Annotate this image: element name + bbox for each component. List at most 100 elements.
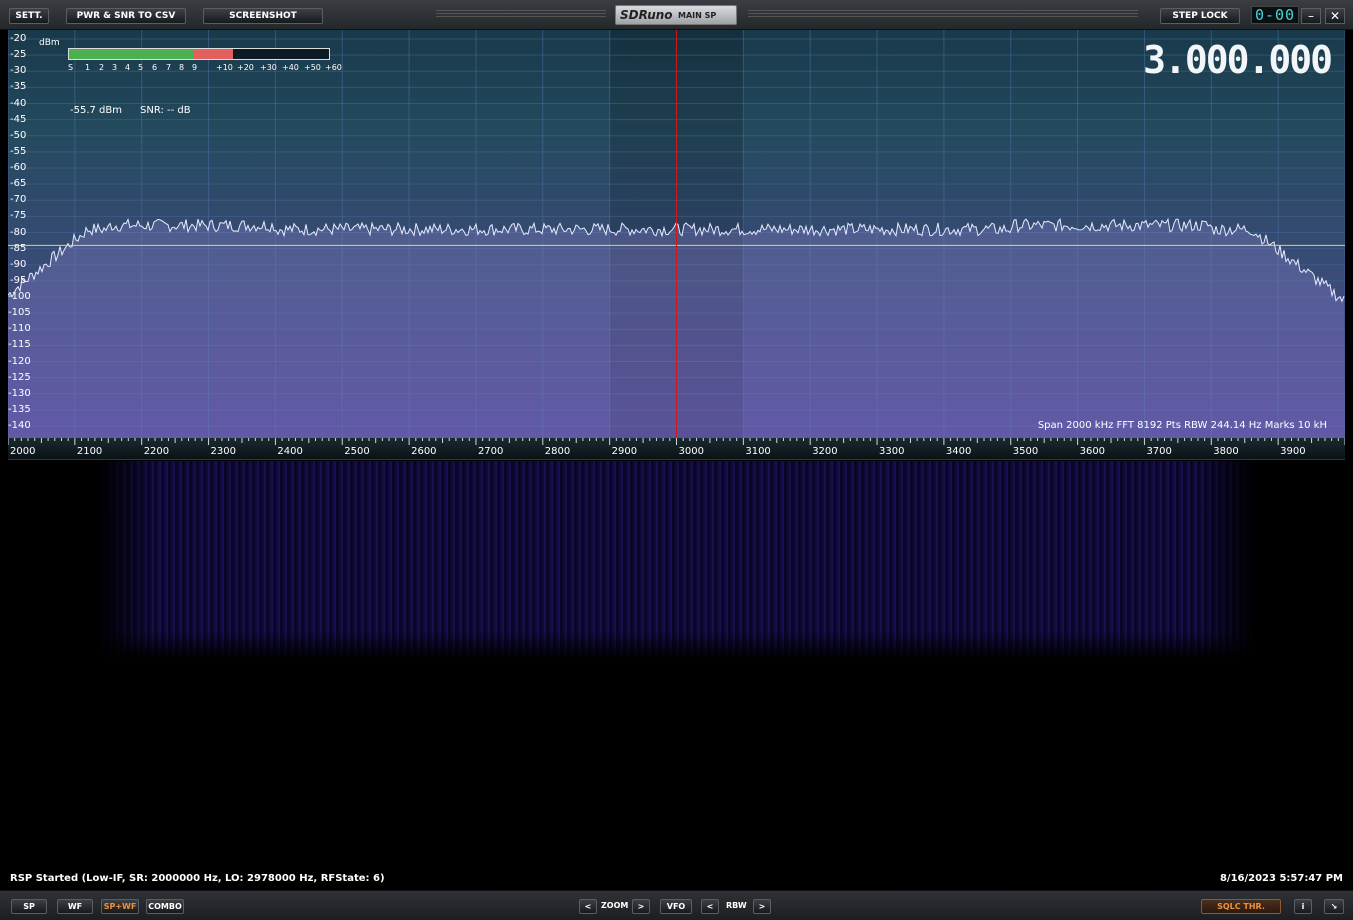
wf-mode-button[interactable]: WF [57,899,93,914]
s-meter-over-level [193,49,233,59]
s-meter-scale-label: 1 [85,63,91,72]
zoom-in-button[interactable]: > [632,899,650,914]
db-axis: -20 -25 -30 -35 -40 -45 -50 -55 -60 -65 -70 -75 -80 -… [0,30,40,438]
waterfall-display[interactable] [8,461,1345,871]
db-axis-label: -60 [10,162,27,173]
frequency-axis-label: 3400 [945,446,972,457]
frequency-axis-label: 3900 [1280,446,1306,457]
title-bar: SETT. PWR & SNR TO CSV SCREENSHOT SDRuno… [0,0,1353,30]
frequency-display[interactable]: 3.000.000 [1143,38,1333,82]
frequency-axis-label: 2100 [76,446,103,457]
s-meter-scale-label: 5 [138,63,144,72]
s-meter-scale-label: 7 [166,63,172,72]
spectrum-display[interactable] [8,30,1345,438]
frequency-axis-label: 3600 [1079,446,1106,457]
db-axis-label: -140 [8,420,31,431]
s-meter-scale-label: 8 [179,63,185,72]
db-axis-label: -80 [10,226,27,238]
minimize-icon[interactable]: – [1301,8,1321,24]
resize-icon[interactable]: ↘ [1324,899,1344,914]
rbw-up-button[interactable]: > [753,899,771,914]
waterfall-fade-right [1196,461,1256,659]
frequency-axis-label: 2700 [477,446,504,457]
window-mode-label: MAIN SP [678,11,717,20]
s-meter [68,48,330,60]
db-axis-label: -115 [8,339,31,351]
step-lock-button[interactable]: STEP LOCK [1160,8,1240,24]
s-meter-scale-label: 3 [112,63,118,72]
frequency-axis-label: 2900 [611,446,638,457]
frequency-axis-label: 2500 [344,446,370,457]
s-meter-scale-label: +50 [304,63,321,72]
frequency-axis[interactable]: 2000 2100 2200 2300 2400 2500 2600 2700 2800 2900… [8,438,1345,460]
frequency-ticks [8,438,1345,445]
db-axis-label: -70 [10,194,27,206]
spectrum-plot[interactable] [8,30,1345,438]
s-meter-scale-label: S [68,63,74,72]
db-axis-label: -130 [8,387,31,399]
db-axis-label: -95 [10,274,27,286]
rbw-down-button[interactable]: < [701,899,719,914]
frequency-axis-label: 2300 [210,446,236,457]
frequency-axis-label: 3800 [1213,446,1239,457]
db-axis-label: -90 [10,258,27,270]
db-axis-label: -50 [10,129,27,141]
s-meter-scale-label: +10 [216,63,233,72]
dbm-unit-label: dBm [39,38,60,48]
close-icon[interactable]: ✕ [1325,8,1345,24]
s-meter-scale-label: 6 [152,63,158,72]
title-grip-right [748,10,1138,22]
s-meter-scale-label: 2 [99,63,105,72]
info-icon[interactable]: i [1294,899,1312,914]
s-meter-scale-label: +40 [282,63,299,72]
s-meter-scale-label: +20 [237,63,254,72]
sp-mode-button[interactable]: SP [11,899,47,914]
pwr-snr-csv-button[interactable]: PWR & SNR TO CSV [66,8,186,24]
brand-label: SDRuno [620,8,673,22]
frequency-axis-label: 3000 [678,446,704,457]
power-readout: -55.7 dBm [70,105,123,116]
combo-mode-button[interactable]: COMBO [146,899,184,914]
s-meter-scale-label: +30 [260,63,277,72]
status-message: RSP Started (Low-IF, SR: 2000000 Hz, LO:… [10,873,385,884]
frequency-axis-label: 2800 [544,446,571,457]
sdruno-logo: SDRuno MAIN SP [615,5,737,25]
settings-button[interactable]: SETT. [9,8,49,24]
s-meter-level [69,49,194,59]
frequency-axis-label: 3200 [812,446,838,457]
db-axis-label: -30 [10,65,27,77]
db-axis-label: -75 [10,210,27,222]
db-axis-label: -110 [8,323,31,335]
frequency-axis-label: 2600 [411,446,437,457]
db-axis-label: -65 [10,178,27,190]
db-axis-label: -40 [10,97,27,109]
sp-wf-mode-button[interactable]: SP+WF [101,899,139,914]
waterfall-fade-bottom [96,631,1256,659]
spectrum-stats: Span 2000 kHz FFT 8192 Pts RBW 244.14 Hz… [1037,420,1327,431]
db-axis-label: -125 [8,371,31,383]
frequency-axis-label: 2200 [143,446,170,457]
frequency-axis-label: 3700 [1146,446,1172,457]
rbw-label: RBW [726,901,747,910]
frequency-axis-label: 3300 [879,446,905,457]
status-timestamp: 8/16/2023 5:57:47 PM [1219,873,1343,884]
frequency-axis-label: 2400 [277,446,303,457]
db-axis-label: -20 [10,33,27,44]
vfo-button[interactable]: VFO [660,899,692,914]
screenshot-button[interactable]: SCREENSHOT [203,8,323,24]
db-axis-label: -35 [10,81,27,93]
waterfall-fade-left [96,461,156,659]
frequency-axis-label: 3100 [745,446,771,457]
db-axis-label: -105 [8,307,31,319]
zoom-out-button[interactable]: < [579,899,597,914]
frequency-axis-label: 3500 [1012,446,1039,457]
sqlc-threshold-button[interactable]: SQLC THR. [1201,899,1281,914]
title-grip [436,10,606,22]
s-meter-scale-label: 4 [125,63,131,72]
db-axis-label: -55 [10,145,27,157]
db-axis-label: -120 [8,355,31,367]
frequency-axis-label: 2000 [10,446,36,457]
zoom-label: ZOOM [601,901,629,910]
snr-readout: SNR: -- dB [140,105,191,116]
step-digits-display: 0-00 [1251,6,1299,24]
